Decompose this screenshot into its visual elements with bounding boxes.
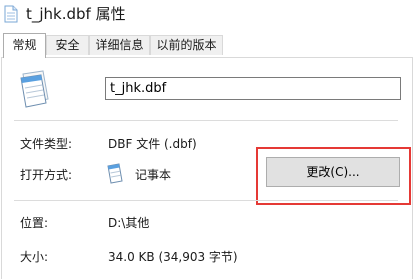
tab-details[interactable]: 详细信息: [89, 35, 150, 55]
opens-with-label: 打开方式:: [20, 168, 73, 182]
change-button[interactable]: 更改(C)...: [266, 157, 400, 187]
file-icon: [4, 5, 18, 23]
location-label: 位置:: [20, 216, 49, 230]
separator: [14, 120, 398, 121]
opens-with-app: 记事本: [135, 168, 172, 182]
window-title: t_jhk.dbf 属性: [26, 5, 126, 23]
file-type-value: DBF 文件 (.dbf): [108, 137, 197, 151]
tab-security[interactable]: 安全: [46, 35, 89, 55]
size-label: 大小:: [20, 250, 49, 264]
file-name-field[interactable]: [105, 77, 401, 100]
separator: [14, 200, 398, 201]
notepad-document-icon: [20, 70, 49, 108]
tab-general[interactable]: 常规: [3, 33, 46, 58]
location-value: D:\其他: [108, 216, 150, 230]
tab-previous-versions[interactable]: 以前的版本: [150, 35, 223, 55]
tab-strip: 常规 安全 详细信息 以前的版本: [0, 33, 416, 58]
size-value: 34.0 KB (34,903 字节): [108, 250, 238, 264]
title-bar: t_jhk.dbf 属性: [0, 0, 416, 30]
file-type-label: 文件类型:: [20, 137, 73, 151]
notepad-icon: [107, 163, 123, 184]
